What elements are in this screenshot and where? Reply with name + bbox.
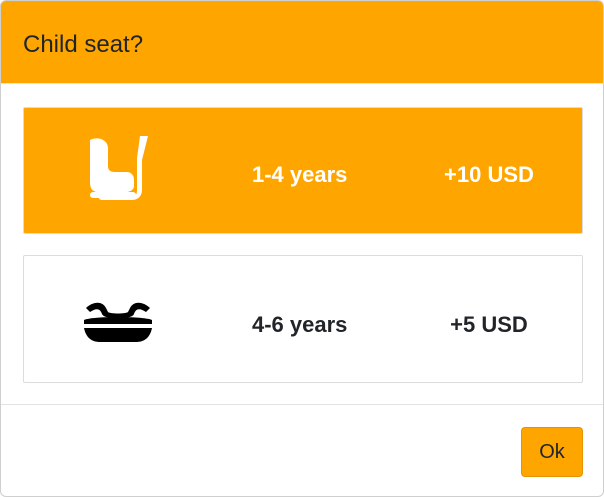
- option-price-label: +10 USD: [444, 162, 534, 187]
- child-car-seat-icon: [90, 136, 148, 200]
- booster-seat-icon: [84, 302, 152, 342]
- ok-button[interactable]: Ok: [521, 427, 583, 477]
- dialog-title: Child seat?: [23, 31, 144, 58]
- option-price-label: +5 USD: [450, 312, 528, 337]
- seat-option-4-6-years[interactable]: 4-6 years +5 USD: [23, 255, 583, 383]
- dialog-header: Child seat?: [1, 1, 603, 84]
- child-seat-dialog: Child seat? 1-4 years +10 USD 4-6 years …: [0, 0, 604, 497]
- seat-option-1-4-years[interactable]: 1-4 years +10 USD: [23, 107, 583, 234]
- dialog-footer: Ok: [1, 404, 603, 496]
- option-age-label: 1-4 years: [252, 162, 348, 187]
- option-age-label: 4-6 years: [252, 312, 348, 337]
